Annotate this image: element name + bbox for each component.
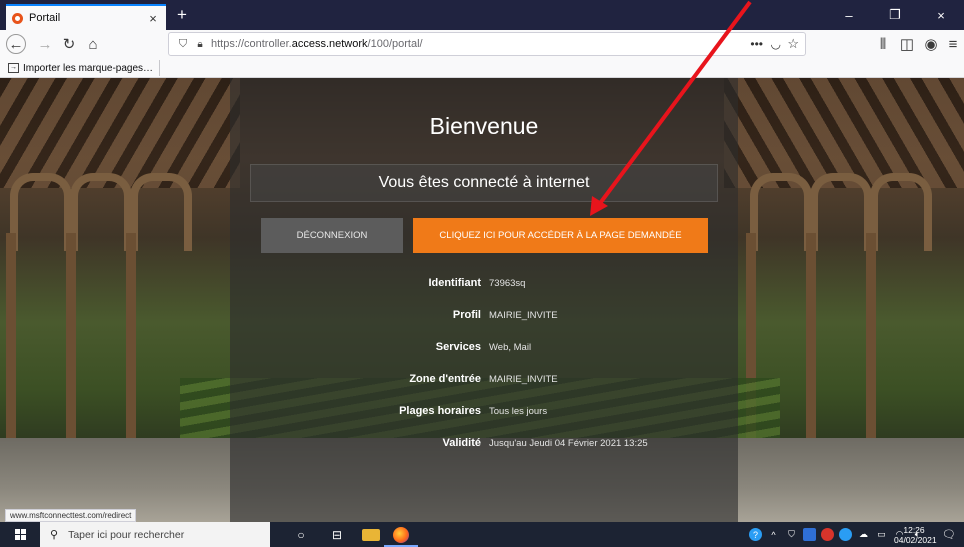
cloister-ceiling-left [0,78,240,188]
info-row-zone: Zone d'entrée MAIRIE_INVITE [230,364,738,396]
help-icon[interactable]: ? [749,528,762,541]
taskbar-search-placeholder: Taper ici pour rechercher [68,528,185,541]
back-button[interactable]: ← [6,34,26,54]
bookmarks-toolbar: → Importer les marque-pages… [0,58,964,78]
info-label: Zone d'entrée [409,373,481,385]
url-host: access.network [291,38,368,50]
info-label: Profil [452,309,481,321]
minimize-button[interactable]: – [826,0,872,30]
portal-page: Bienvenue Vous êtes connecté à internet … [0,78,964,522]
forward-button[interactable]: → [34,33,56,55]
page-title: Bienvenue [429,113,539,139]
info-value: 73963sq [489,278,526,289]
info-row-identifiant: Identifiant 73963sq [230,268,738,300]
info-value: MAIRIE_INVITE [489,310,558,321]
browser-tab-bar: Portail × + – ❐ × [0,0,964,30]
windows-taskbar: ⚲ Taper ici pour rechercher ○ ⊟ ? ^ ⛉ ☁ … [0,522,964,547]
network-app-icon[interactable] [803,528,816,541]
cloister-ceiling-right [724,78,964,188]
hamburger-menu-icon: ≡ [948,35,958,53]
reload-button[interactable]: ↻ [58,33,80,55]
window-controls: – ❐ × [826,0,964,30]
info-label: Services [435,341,481,353]
navigation-toolbar: ← → ↻ ⌂ ⛉ 🔒︎ https://controller.access.n… [0,30,964,58]
info-value: Jusqu'au Jeudi 04 Février 2021 13:25 [489,438,648,449]
antivirus-icon[interactable] [821,528,834,541]
continue-to-page-button[interactable]: CLIQUEZ ICI POUR ACCÉDER À LA PAGE DEMAN… [413,218,708,253]
import-icon: → [8,63,19,73]
info-row-plages: Plages horaires Tous les jours [230,396,738,428]
firefox-icon[interactable] [393,527,409,543]
sidebar-button[interactable]: ◫ [896,33,918,55]
lock-icon[interactable]: 🔒︎ [193,39,207,50]
onedrive-icon[interactable]: ☁ [857,528,870,541]
pocket-icon[interactable]: ◡ [771,37,781,51]
security-shield-icon[interactable]: ⛉ [785,528,798,541]
portal-favicon-icon [12,12,23,24]
menu-button[interactable]: ≡ [942,33,964,55]
tracking-shield-icon[interactable]: ⛉ [173,38,193,51]
page-actions-icon[interactable]: ••• [750,37,763,51]
arrow-left-icon: ← [8,35,24,53]
new-tab-button[interactable]: + [172,5,192,25]
sidebar-icon: ◫ [899,36,915,53]
cortana-icon[interactable]: ○ [292,526,310,543]
info-row-services: Services Web, Mail [230,332,738,364]
maximize-button[interactable]: ❐ [872,0,918,30]
info-label: Plages horaires [399,405,481,417]
info-row-validite: Validité Jusqu'au Jeudi 04 Février 2021 … [230,428,738,460]
account-button[interactable]: ◉ [920,33,942,55]
cloud-sync-icon[interactable] [839,528,852,541]
reload-icon: ↻ [62,36,76,53]
session-info: Identifiant 73963sq Profil MAIRIE_INVITE… [230,268,738,460]
url-text: https://controller.access.network/100/po… [211,38,423,50]
url-bar[interactable]: ⛉ 🔒︎ https://controller.access.network/1… [168,32,806,56]
keyboard-icon[interactable]: ▭ [875,528,888,541]
logout-button[interactable]: Déconnexion [261,218,403,253]
home-button[interactable]: ⌂ [82,33,104,55]
system-clock[interactable]: 12:26 04/02/2021 [894,525,937,545]
import-bookmarks-item[interactable]: → Importer les marque-pages… [8,60,161,76]
info-value: Web, Mail [489,342,532,353]
tab-title: Portail [29,12,61,24]
clock-time: 12:26 [903,525,925,535]
import-bookmarks-label: Importer les marque-pages… [23,62,154,74]
notifications-icon[interactable]: 🗨︎ [942,528,956,541]
chevron-up-icon[interactable]: ^ [767,528,780,541]
start-button[interactable] [0,522,40,547]
library-icon: ⫴ [879,35,887,53]
home-icon: ⌂ [88,35,98,53]
arrow-right-icon: → [37,35,53,53]
connection-status-text: Vous êtes connecté à internet [378,174,590,191]
hover-link-status: www.msftconnecttest.com/redirect [5,509,137,522]
task-view-icon[interactable]: ⊟ [328,526,346,543]
account-icon: ◉ [924,36,938,53]
info-value: Tous les jours [489,406,548,417]
library-button[interactable]: ⫴ [872,33,894,55]
taskbar-search[interactable]: ⚲ Taper ici pour rechercher [40,522,270,547]
clock-date: 04/02/2021 [894,535,937,545]
info-label: Identifiant [428,277,481,289]
windows-logo-icon [14,529,26,540]
browser-tab-portail[interactable]: Portail × [6,4,166,30]
info-value: MAIRIE_INVITE [489,374,558,385]
close-window-button[interactable]: × [918,0,964,30]
file-explorer-icon[interactable] [362,529,380,541]
search-icon: ⚲ [50,529,59,541]
portal-panel: Bienvenue Vous êtes connecté à internet … [230,78,738,522]
tab-close-icon[interactable]: × [146,11,160,26]
bookmark-star-icon[interactable]: ☆ [787,36,799,52]
cloister-arches-left [6,173,192,463]
connection-status: Vous êtes connecté à internet [250,164,718,202]
info-label: Validité [442,437,481,449]
info-row-profil: Profil MAIRIE_INVITE [230,300,738,332]
